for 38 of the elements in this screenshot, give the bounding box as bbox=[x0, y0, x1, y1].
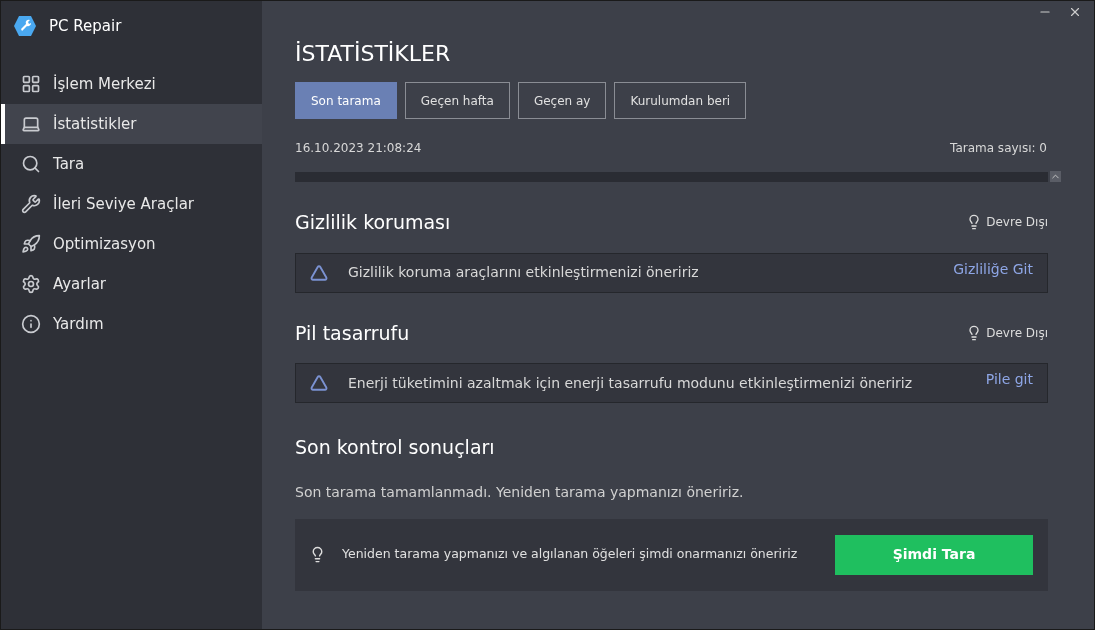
settings-icon bbox=[21, 274, 41, 294]
section-link[interactable]: Gizliliğe Git bbox=[953, 258, 1033, 280]
period-tab[interactable]: Kurulumdan beri bbox=[614, 82, 747, 119]
info-icon bbox=[21, 314, 41, 334]
sidebar-item[interactable]: İstatistikler bbox=[1, 104, 262, 144]
period-tab[interactable]: Geçen ay bbox=[517, 82, 607, 119]
scan-timestamp: 16.10.2023 21:08:24 bbox=[295, 140, 422, 157]
close-icon[interactable] bbox=[1068, 5, 1082, 19]
period-tab[interactable]: Geçen hafta bbox=[404, 82, 510, 119]
scroll-up-icon[interactable] bbox=[1050, 171, 1061, 182]
period-tab[interactable]: Son tarama bbox=[295, 82, 397, 119]
grid-icon bbox=[21, 74, 41, 94]
sidebar-item[interactable]: Optimizasyon bbox=[1, 224, 262, 264]
sidebar-item[interactable]: İleri Seviye Araçlar bbox=[1, 184, 262, 224]
rocket-icon bbox=[21, 234, 41, 254]
results-summary: Son tarama tamamlanmadı. Yeniden tarama yapmanızı öneririz. bbox=[295, 482, 745, 502]
sidebar-item[interactable]: İşlem Merkezi bbox=[1, 64, 262, 104]
app-title: PC Repair bbox=[49, 15, 122, 37]
recommendation-text: Gizlilik koruma araçlarını etkinleştirmenizi öneririz bbox=[348, 263, 700, 282]
sidebar-item[interactable]: Yardım bbox=[1, 304, 262, 344]
section-link[interactable]: Pile git bbox=[985, 369, 1033, 390]
section-title: Gizlilik koruması bbox=[295, 210, 451, 235]
section-title: Pil tasarrufu bbox=[295, 320, 410, 346]
status-label: Devre Dışı bbox=[986, 214, 1048, 232]
wrench-icon bbox=[21, 194, 41, 214]
sidebar-item[interactable]: Tara bbox=[1, 144, 262, 184]
section-title: Son kontrol sonuçları bbox=[295, 435, 496, 460]
sidebar-item[interactable]: Ayarlar bbox=[1, 264, 262, 304]
laptop-icon bbox=[21, 114, 41, 134]
warning-triangle-icon bbox=[310, 374, 328, 392]
recommendation-text: Enerji tüketimini azaltmak için enerji tasarrufu modunu etkinleştirmenizi öneririz bbox=[348, 373, 914, 393]
logo-icon bbox=[13, 14, 37, 38]
tip-text: Yeniden tarama yapmanızı ve algılanan öğeleri şimdi onarmanızı öneririz bbox=[342, 545, 799, 564]
scan-count: Tarama sayısı: 0 bbox=[950, 140, 1047, 157]
warning-triangle-icon bbox=[310, 263, 328, 282]
status-label: Devre Dışı bbox=[986, 324, 1048, 342]
page-title: İSTATİSTİKLER bbox=[295, 40, 452, 68]
search-icon bbox=[21, 154, 41, 174]
